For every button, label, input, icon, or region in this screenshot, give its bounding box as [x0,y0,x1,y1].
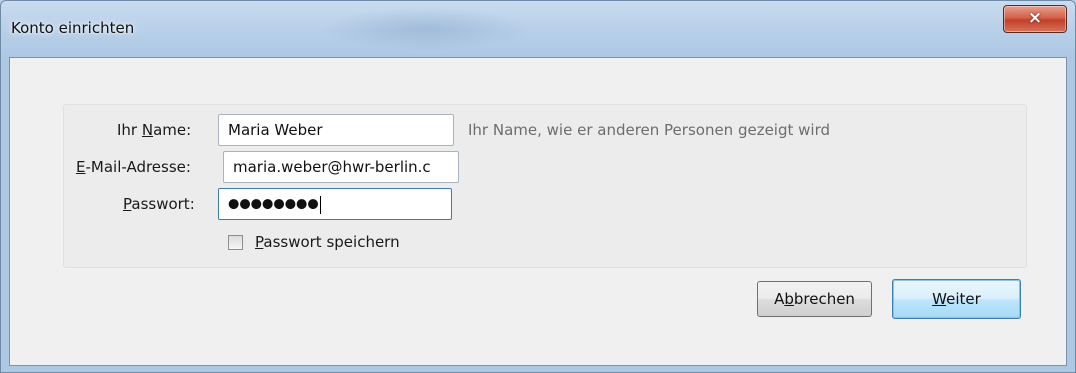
text-caret [319,195,321,214]
close-button[interactable]: × [1003,5,1067,33]
title-bar[interactable]: Konto einrichten × [1,1,1075,57]
password-label: Passwort: [123,195,195,213]
password-input[interactable]: ●●●●●●●● [218,188,452,220]
password-input-value: ●●●●●●●● [228,196,319,212]
cancel-button[interactable]: Abbrechen [757,281,872,317]
name-hint: Ihr Name, wie er anderen Personen gezeig… [468,121,830,139]
dialog-client-area: Ihr Name: Maria Weber Ihr Name, wie er a… [9,57,1067,366]
remember-password-label[interactable]: Passwort speichern [255,233,400,251]
title-bar-glow [321,7,531,51]
window-title: Konto einrichten [11,19,135,37]
email-label: E-Mail-Adresse: [76,158,191,176]
name-label: Ihr Name: [117,121,192,139]
dialog-window: Konto einrichten × Ihr Name: Maria Weber… [0,0,1076,373]
email-input-value: maria.weber@hwr-berlin.c [233,158,431,176]
remember-password-checkbox[interactable] [228,235,243,250]
name-input[interactable]: Maria Weber [218,114,454,146]
next-button[interactable]: Weiter [892,279,1021,319]
email-input[interactable]: maria.weber@hwr-berlin.c [223,151,459,183]
name-input-value: Maria Weber [228,121,323,139]
close-icon: × [1027,8,1043,28]
